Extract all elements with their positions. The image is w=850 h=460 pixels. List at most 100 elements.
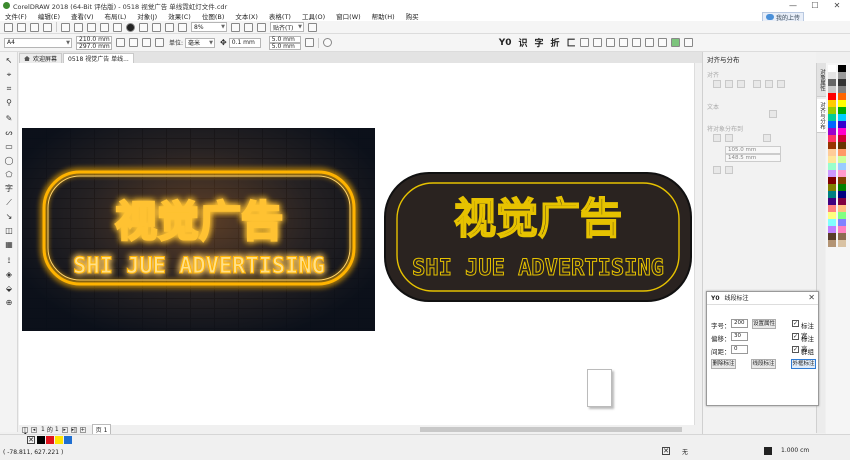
menu-file[interactable]: 文件(F) xyxy=(5,11,27,21)
text-align-icon[interactable] xyxy=(769,110,777,118)
pick-tool-icon[interactable]: ↖ xyxy=(4,56,14,65)
swatch-red[interactable] xyxy=(46,436,54,444)
palette-swatch[interactable] xyxy=(838,163,846,170)
palette-swatch[interactable] xyxy=(828,93,836,100)
palette-swatch[interactable] xyxy=(838,86,846,93)
publish-pdf-icon[interactable] xyxy=(165,22,174,32)
palette-swatch[interactable] xyxy=(828,233,836,240)
last-page-button[interactable]: ▸| xyxy=(70,426,77,433)
rulers-icon[interactable] xyxy=(244,22,253,32)
palette-swatch[interactable] xyxy=(838,240,846,247)
swatch-black[interactable] xyxy=(37,436,45,444)
transparency-tool-icon[interactable]: ▦ xyxy=(4,240,14,249)
palette-swatch[interactable] xyxy=(838,121,846,128)
palette-swatch[interactable] xyxy=(828,240,836,247)
palette-swatch[interactable] xyxy=(838,135,846,142)
palette-swatch[interactable] xyxy=(828,191,836,198)
copy-icon[interactable] xyxy=(74,22,83,32)
annotate-width-checkbox[interactable]: ✓ xyxy=(792,320,799,327)
palette-swatch[interactable] xyxy=(828,212,836,219)
palette-swatch[interactable] xyxy=(838,79,846,86)
distribute-height-field[interactable]: 148.5 mm xyxy=(725,154,781,162)
transform-icon[interactable] xyxy=(304,38,314,47)
options-gear-icon[interactable] xyxy=(308,22,317,32)
all-pages-icon[interactable] xyxy=(142,38,151,47)
segment-annotation-button[interactable]: 线段标注 xyxy=(751,359,776,369)
plugin-rows-icon[interactable] xyxy=(644,38,654,47)
palette-swatch[interactable] xyxy=(838,72,846,79)
snap-to-select[interactable]: 贴齐(T) ▼ xyxy=(270,22,304,32)
menu-table[interactable]: 表格(T) xyxy=(269,11,291,21)
tab-align-distribute[interactable]: 对齐与分布 xyxy=(817,99,826,133)
outline-badge-graphic[interactable]: 视觉广告 SHI JUE ADVERTISING xyxy=(383,171,693,303)
menu-tools[interactable]: 工具(O) xyxy=(302,11,325,21)
palette-swatch[interactable] xyxy=(838,198,846,205)
menu-help[interactable]: 帮助(H) xyxy=(372,11,395,21)
palette-swatch[interactable] xyxy=(828,226,836,233)
close-icon[interactable]: ✕ xyxy=(808,293,815,302)
palette-swatch[interactable] xyxy=(838,233,846,240)
palette-swatch[interactable] xyxy=(828,163,836,170)
palette-swatch[interactable] xyxy=(828,135,836,142)
align-right-icon[interactable] xyxy=(737,80,745,88)
palette-swatch[interactable] xyxy=(828,198,836,205)
close-window-button[interactable]: ✕ xyxy=(826,0,848,11)
rectangle-tool-icon[interactable]: ▭ xyxy=(4,142,14,151)
align-middle-icon[interactable] xyxy=(765,80,773,88)
palette-swatch[interactable] xyxy=(838,65,846,72)
palette-swatch[interactable] xyxy=(838,177,846,184)
align-center-icon[interactable] xyxy=(725,80,733,88)
plugin-export-icon[interactable] xyxy=(683,38,693,47)
plugin-text-icon[interactable]: 字 xyxy=(535,36,544,49)
annotate-height-checkbox[interactable]: ✓ xyxy=(792,333,799,340)
next-page-button[interactable]: ▸ xyxy=(61,426,68,433)
corel-connect-icon[interactable] xyxy=(126,22,135,32)
ellipse-tool-icon[interactable]: ◯ xyxy=(4,156,14,165)
align-top-icon[interactable] xyxy=(753,80,761,88)
crop-tool-icon[interactable]: ⌗ xyxy=(4,84,14,93)
first-page-button[interactable]: |◂ xyxy=(22,426,28,436)
palette-swatch[interactable] xyxy=(828,149,836,156)
vertical-scrollbar[interactable] xyxy=(694,63,702,425)
palette-swatch[interactable] xyxy=(838,149,846,156)
text-tool-icon[interactable]: 字 xyxy=(4,184,14,193)
nudge-distance-field[interactable]: 0.1 mm xyxy=(228,37,261,48)
palette-swatch[interactable] xyxy=(838,205,846,212)
palette-swatch[interactable] xyxy=(828,79,836,86)
palette-swatch[interactable] xyxy=(828,177,836,184)
zoom-tool-icon[interactable]: ⚲ xyxy=(4,98,14,107)
drop-shadow-tool-icon[interactable]: ◫ xyxy=(4,226,14,235)
distribute-spacing-icon[interactable] xyxy=(763,134,771,142)
portrait-icon[interactable] xyxy=(116,38,125,47)
add-tool-icon[interactable]: ⊕ xyxy=(4,298,14,307)
interactive-fill-tool-icon[interactable]: ◈ xyxy=(4,270,14,279)
paper-size-select[interactable]: A4 ▼ xyxy=(4,37,72,48)
cut-icon[interactable] xyxy=(61,22,70,32)
smart-fill-tool-icon[interactable]: ⬙ xyxy=(4,284,14,293)
palette-swatch[interactable] xyxy=(838,219,846,226)
palette-swatch[interactable] xyxy=(828,86,836,93)
minimize-button[interactable]: — xyxy=(782,0,804,11)
reset-all-icon[interactable] xyxy=(725,166,733,174)
menu-object[interactable]: 对象(J) xyxy=(137,11,157,21)
distribute-width-field[interactable]: 105.0 mm xyxy=(725,146,781,154)
zoom-level-select[interactable]: 8% ▼ xyxy=(191,22,227,32)
palette-swatch[interactable] xyxy=(828,184,836,191)
plugin-bracket-icon[interactable]: 匚 xyxy=(567,36,576,49)
swatch-yellow[interactable] xyxy=(55,436,63,444)
palette-swatch[interactable] xyxy=(828,107,836,114)
landscape-icon[interactable] xyxy=(129,38,138,47)
save-icon[interactable] xyxy=(30,22,39,32)
offset-input[interactable]: 30 xyxy=(731,332,748,341)
menu-bitmaps[interactable]: 位图(B) xyxy=(202,11,225,21)
palette-swatch[interactable] xyxy=(838,100,846,107)
undo-icon[interactable] xyxy=(100,22,109,32)
palette-swatch[interactable] xyxy=(828,72,836,79)
plugin-recognize-icon[interactable]: 识 xyxy=(519,36,528,49)
add-page-icon[interactable] xyxy=(322,38,332,47)
palette-swatch[interactable] xyxy=(828,170,836,177)
palette-swatch[interactable] xyxy=(838,107,846,114)
palette-swatch[interactable] xyxy=(838,212,846,219)
palette-swatch[interactable] xyxy=(838,142,846,149)
spacing-input[interactable]: 0 xyxy=(731,345,748,354)
